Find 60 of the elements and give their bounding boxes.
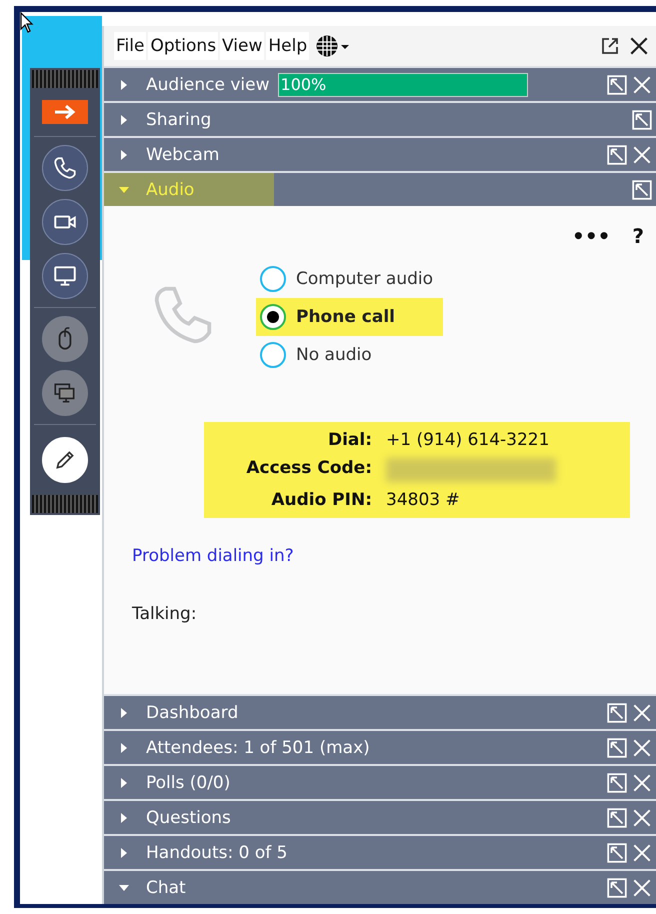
phone-icon — [52, 155, 78, 181]
panel-title: Webcam — [146, 144, 220, 164]
detail-value: 34803 # — [386, 490, 461, 510]
panel-header[interactable]: Chat — [104, 869, 656, 904]
panel-title: Attendees: 1 of 501 (max) — [146, 738, 370, 758]
panel-title: Polls (0/0) — [146, 772, 230, 792]
detail-label: Dial: — [326, 430, 372, 450]
undock-icon[interactable] — [606, 876, 628, 898]
panel-header[interactable]: Attendees: 1 of 501 (max) — [104, 729, 656, 764]
panel-title: Sharing — [146, 110, 212, 130]
detail-label: Audio PIN: — [270, 490, 372, 510]
arrow-button[interactable] — [42, 100, 88, 124]
undock-icon[interactable] — [606, 772, 628, 794]
panel-header[interactable]: Webcam — [104, 136, 656, 171]
radio-option[interactable]: Computer audio — [256, 260, 444, 298]
panel-header[interactable]: Dashboard — [104, 694, 656, 729]
radio-option[interactable]: No audio — [256, 336, 444, 374]
camera-button[interactable] — [42, 199, 88, 245]
panel-header[interactable]: Audience view 100% — [104, 66, 656, 101]
detail-value: +1 (914) 614-3221 — [386, 430, 550, 450]
radio-button[interactable] — [260, 266, 286, 292]
phone-button[interactable] — [42, 145, 88, 191]
radio-button[interactable] — [260, 342, 286, 368]
undock-icon[interactable] — [631, 108, 653, 130]
menu-item[interactable]: Options — [148, 32, 218, 60]
panel-header[interactable]: Sharing — [104, 101, 656, 136]
menu-item[interactable]: View — [220, 32, 264, 60]
pen-button[interactable] — [42, 437, 88, 483]
panel-title: Handouts: 0 of 5 — [146, 842, 288, 862]
pop-out-icon[interactable] — [600, 36, 620, 56]
talking-label: Talking: — [132, 604, 197, 624]
undock-icon[interactable] — [606, 74, 628, 96]
meter-reading: 100% — [280, 74, 326, 94]
grip-handle[interactable] — [32, 495, 98, 513]
panel-header[interactable]: Polls (0/0) — [104, 764, 656, 799]
panel-title: Chat — [146, 878, 186, 898]
more-options-button[interactable]: ••• — [572, 224, 610, 248]
panel-title: Dashboard — [146, 702, 238, 722]
panel-title: Audience view — [146, 74, 270, 94]
close-icon[interactable] — [628, 35, 650, 57]
undock-icon[interactable] — [606, 842, 628, 864]
menu-item[interactable]: Help — [266, 32, 310, 60]
undock-icon[interactable] — [606, 144, 628, 166]
undock-icon[interactable] — [606, 736, 628, 758]
screen-button[interactable] — [42, 253, 88, 299]
undock-icon[interactable] — [631, 178, 653, 200]
problem-dialing-link[interactable]: Problem dialing in? — [132, 546, 294, 566]
detail-label: Access Code: — [245, 458, 372, 480]
grip-handle[interactable] — [32, 70, 98, 88]
undock-icon[interactable] — [606, 806, 628, 828]
panel-header[interactable]: Handouts: 0 of 5 — [104, 834, 656, 869]
radio-button[interactable] — [260, 304, 286, 330]
help-button[interactable]: ? — [632, 224, 644, 248]
panel-title: Audio — [146, 180, 194, 200]
radio-option[interactable]: Phone call — [256, 298, 444, 336]
panel-header[interactable]: Questions — [104, 799, 656, 834]
panel-title: Questions — [146, 808, 231, 828]
undock-icon[interactable] — [606, 702, 628, 724]
arrow-icon — [53, 104, 77, 120]
menu-item[interactable]: File — [114, 32, 146, 60]
